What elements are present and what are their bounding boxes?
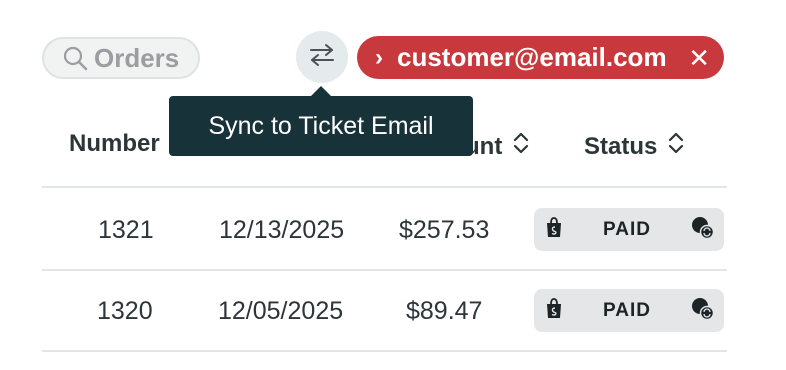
column-header-status[interactable]: Status xyxy=(584,130,685,163)
tooltip-text: Sync to Ticket Email xyxy=(208,111,434,140)
orders-search[interactable]: Orders xyxy=(42,37,200,79)
sync-status-icon xyxy=(690,296,715,325)
shopify-bag-icon xyxy=(544,297,564,324)
shopify-bag-icon xyxy=(544,216,564,243)
header-divider xyxy=(42,186,727,188)
sort-icon xyxy=(667,130,685,163)
column-header-number[interactable]: Number xyxy=(69,130,160,158)
customer-email-chip[interactable]: › customer@email.com ✕ xyxy=(357,36,724,79)
order-number[interactable]: 1320 xyxy=(97,297,153,326)
row-divider xyxy=(42,350,727,352)
close-icon[interactable]: ✕ xyxy=(688,45,710,71)
column-header-amount[interactable]: unt xyxy=(465,130,530,163)
sort-icon xyxy=(512,130,530,163)
sync-tooltip: Sync to Ticket Email xyxy=(169,86,473,156)
tooltip-arrow xyxy=(311,86,331,96)
orders-panel: Orders › customer@email.com ✕ Number unt xyxy=(0,0,786,370)
sync-status-icon xyxy=(690,215,715,244)
status-label: PAID xyxy=(603,218,651,240)
swap-arrows-icon xyxy=(308,42,336,73)
order-amount: $89.47 xyxy=(406,297,483,325)
status-badge: PAID xyxy=(534,208,724,251)
search-icon xyxy=(62,45,88,71)
row-divider xyxy=(42,269,727,271)
order-date: 12/13/2025 xyxy=(219,216,345,244)
order-number[interactable]: 1321 xyxy=(98,216,154,245)
search-label: Orders xyxy=(94,42,180,73)
header-number-label: Number xyxy=(69,130,160,157)
status-badge: PAID xyxy=(534,289,724,332)
chevron-right-icon: › xyxy=(375,43,383,71)
order-amount: $257.53 xyxy=(399,216,490,244)
header-status-label: Status xyxy=(584,132,658,160)
status-label: PAID xyxy=(603,299,651,321)
customer-email: customer@email.com xyxy=(397,42,667,72)
sync-button[interactable] xyxy=(296,31,348,83)
order-date: 12/05/2025 xyxy=(218,297,344,325)
